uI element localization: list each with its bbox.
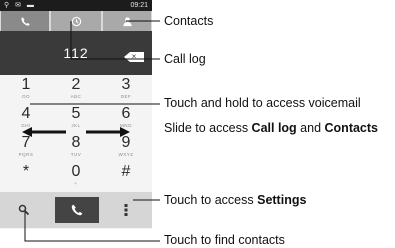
slide-contacts: Contacts: [324, 121, 378, 135]
label-voicemail: Touch and hold to access voicemail: [164, 96, 361, 110]
label-slide: Slide to access Call log and Contacts: [164, 121, 378, 136]
settings-prefix: Touch to access: [164, 193, 258, 207]
label-call-log: Call log: [164, 52, 206, 66]
label-contacts: Contacts: [164, 14, 214, 28]
slide-prefix: Slide to access: [164, 121, 252, 135]
slide-call-log: Call log: [251, 121, 297, 135]
label-find-contacts: Touch to find contacts: [164, 233, 285, 247]
label-settings: Touch to access Settings: [164, 193, 306, 208]
settings-bold: Settings: [257, 193, 307, 207]
slide-and: and: [296, 121, 325, 135]
